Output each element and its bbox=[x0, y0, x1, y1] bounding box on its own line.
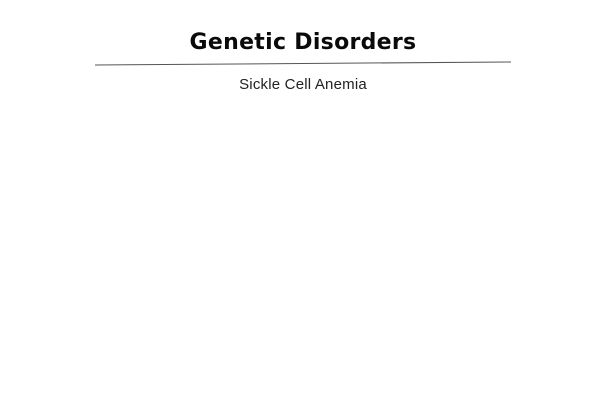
page-title: Genetic Disorders bbox=[189, 30, 417, 55]
title-divider bbox=[95, 61, 511, 66]
disorder-subtitle: Sickle Cell Anemia bbox=[239, 76, 367, 93]
page-canvas: Genetic Disorders Sickle Cell Anemia bbox=[0, 0, 616, 405]
